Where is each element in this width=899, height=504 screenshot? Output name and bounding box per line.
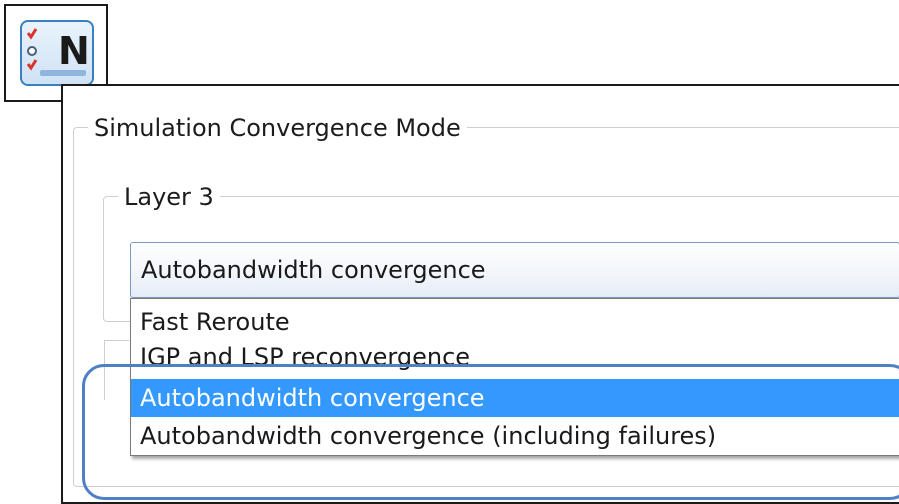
- dropdown-option-fast-reroute[interactable]: Fast Reroute: [131, 303, 899, 341]
- svg-text:N: N: [58, 29, 90, 73]
- network-checklist-icon[interactable]: N: [20, 20, 94, 86]
- layer-3-convergence-combobox[interactable]: Autobandwidth convergence: [130, 242, 899, 298]
- network-checklist-glyph: N: [26, 28, 90, 76]
- callout-highlight: [82, 364, 899, 500]
- simulation-convergence-mode-legend: Simulation Convergence Mode: [88, 114, 467, 142]
- layer-3-legend: Layer 3: [118, 183, 220, 211]
- combobox-selected-value: Autobandwidth convergence: [141, 256, 486, 284]
